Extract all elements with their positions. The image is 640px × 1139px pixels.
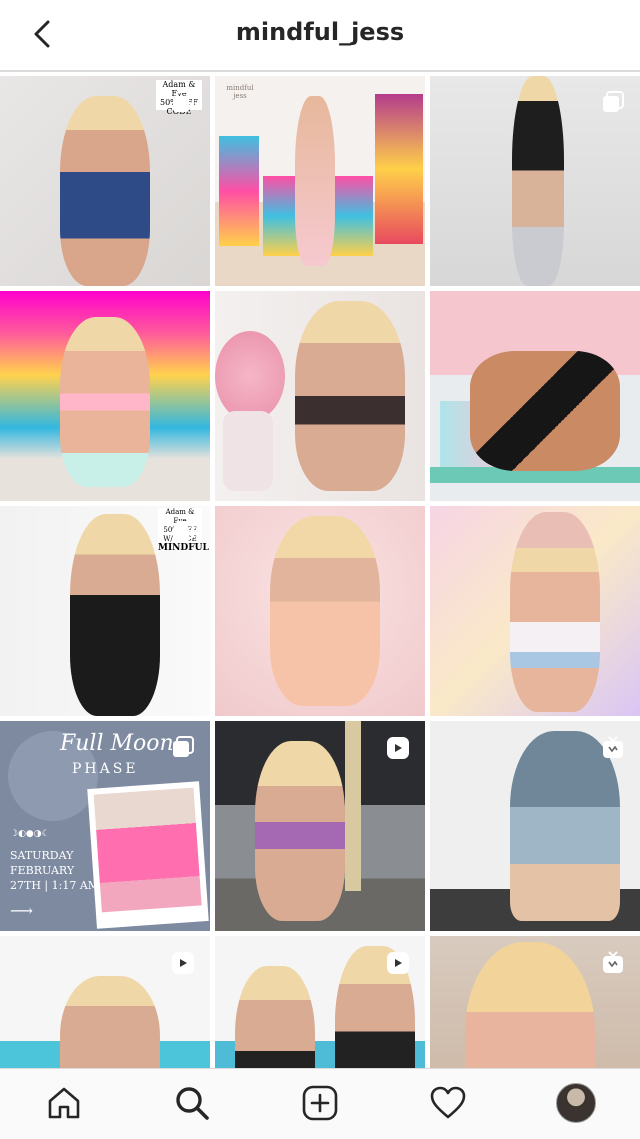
post-tile[interactable]: Adam & Eve50% OFFCODE xyxy=(0,76,210,286)
flowers xyxy=(215,331,285,421)
photo-subject xyxy=(470,351,620,471)
igtv-icon xyxy=(600,950,626,976)
post-tile[interactable] xyxy=(0,291,210,501)
post-tile[interactable] xyxy=(430,936,640,1068)
photo-subject xyxy=(512,76,564,286)
activity-heart-icon[interactable] xyxy=(426,1081,470,1125)
post-tile[interactable] xyxy=(215,506,425,716)
photo-subject xyxy=(270,516,380,706)
profile-avatar[interactable] xyxy=(554,1081,598,1125)
post-tile[interactable] xyxy=(430,76,640,286)
vase xyxy=(223,411,273,491)
reel-icon xyxy=(385,735,411,761)
pillar xyxy=(345,721,361,891)
photo-subject xyxy=(60,96,150,286)
igtv-icon xyxy=(600,735,626,761)
carousel-icon xyxy=(600,90,626,116)
carousel-icon xyxy=(170,735,196,761)
event-day: SATURDAY xyxy=(10,849,74,862)
photo-subject xyxy=(70,514,160,716)
carousel-icon xyxy=(170,90,196,116)
post-tile[interactable]: Full Moon PHASE ☽◐●◑☾ SATURDAY FEBRUARY … xyxy=(0,721,210,931)
logo-watermark: mindful jess xyxy=(226,84,254,100)
posts-grid: Adam & Eve50% OFFCODE mindfuljess Adam &… xyxy=(0,76,640,1068)
painting xyxy=(375,94,423,244)
post-tile[interactable] xyxy=(430,721,640,931)
photo-subject xyxy=(255,741,345,921)
event-time: 27TH | 1:17 AM xyxy=(10,879,100,892)
photo-subject xyxy=(235,966,315,1068)
top-bar: mindful_jess xyxy=(0,0,640,68)
photo-subject xyxy=(465,942,595,1068)
photo-subject xyxy=(510,512,600,712)
photo-subject xyxy=(295,96,335,266)
bottom-nav-bar xyxy=(0,1068,640,1139)
search-icon[interactable] xyxy=(170,1081,214,1125)
post-tile[interactable]: mindful jess xyxy=(215,76,425,286)
moon-phases-glyphs: ☽◐●◑☾ xyxy=(10,829,50,839)
arrow-right-icon: ⟶ xyxy=(10,901,33,920)
full-moon-heading: Full Moon xyxy=(60,731,174,756)
carousel-icon xyxy=(170,520,196,546)
post-tile[interactable] xyxy=(430,506,640,716)
avatar xyxy=(556,1083,596,1123)
post-tile[interactable] xyxy=(215,291,425,501)
photo-subject xyxy=(60,976,160,1068)
phase-heading: PHASE xyxy=(72,761,139,777)
header-divider xyxy=(0,70,640,72)
photo-subject xyxy=(60,317,150,487)
reel-icon xyxy=(385,950,411,976)
reel-icon xyxy=(170,950,196,976)
photo-subject xyxy=(295,301,405,491)
post-tile[interactable] xyxy=(430,291,640,501)
new-post-icon[interactable] xyxy=(298,1081,342,1125)
home-icon[interactable] xyxy=(42,1081,86,1125)
post-tile[interactable] xyxy=(215,721,425,931)
painting xyxy=(219,136,259,246)
post-tile[interactable]: Adam & Eve50% OFF W/ CODEMINDFUL xyxy=(0,506,210,716)
post-tile[interactable] xyxy=(215,936,425,1068)
polaroid-photo xyxy=(87,781,209,929)
event-month: FEBRUARY xyxy=(10,864,75,877)
post-tile[interactable] xyxy=(0,936,210,1068)
profile-username: mindful_jess xyxy=(235,18,405,46)
